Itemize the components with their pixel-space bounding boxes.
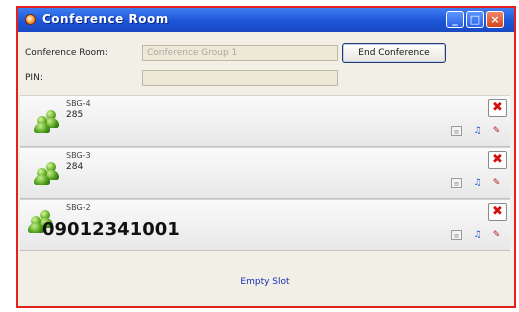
pin-label: PIN: [25,73,43,83]
disconnect-icon[interactable]: ✎ [491,126,502,136]
music-note-icon[interactable]: ♫ [472,230,483,240]
window-title: Conference Room [42,12,169,26]
disconnect-icon[interactable]: ✎ [491,178,502,188]
participant-name: SBG-2 [66,203,91,212]
participant-extension: 285 [66,110,84,120]
end-conference-button[interactable]: End Conference [342,43,446,63]
document-icon[interactable]: ≡ [451,126,462,136]
empty-slot-label[interactable]: Empty Slot [20,277,510,287]
remove-participant-button[interactable]: ✖ [488,203,507,221]
disconnect-icon[interactable]: ✎ [491,230,502,240]
title-bar[interactable]: Conference Room _ □ × [18,8,514,32]
document-icon[interactable]: ≡ [451,230,462,240]
participant-extension: 284 [66,162,84,172]
remove-participant-button[interactable]: ✖ [488,99,507,117]
conference-room-label: Conference Room: [25,48,108,58]
conference-room-field[interactable]: Conference Group 1 [142,45,338,61]
maximize-button[interactable]: □ [466,11,484,28]
music-note-icon[interactable]: ♫ [472,178,483,188]
close-button[interactable]: × [486,11,504,28]
participant-extension: 09012341001 [42,219,180,240]
participant-slot: SBG-3 284 ✖ ≡ ♫ ✎ [20,147,510,199]
participant-slots: SBG-4 285 ✖ ≡ ♫ ✎ SBG-3 284 ✖ ≡ ♫ ✎ SBG-… [20,95,510,306]
app-icon [25,14,36,25]
participant-name: SBG-4 [66,99,91,108]
conference-room-window: Conference Room _ □ × Conference Room: C… [16,6,516,308]
pin-field[interactable] [142,70,338,86]
remove-participant-button[interactable]: ✖ [488,151,507,169]
music-note-icon[interactable]: ♫ [472,126,483,136]
document-icon[interactable]: ≡ [451,178,462,188]
participant-icon [34,110,60,133]
participant-name: SBG-3 [66,151,91,160]
minimize-button[interactable]: _ [446,11,464,28]
participant-slot: SBG-2 09012341001 ✖ ≡ ♫ ✎ [20,199,510,251]
participant-slot: SBG-4 285 ✖ ≡ ♫ ✎ [20,95,510,147]
participant-icon [34,162,60,185]
